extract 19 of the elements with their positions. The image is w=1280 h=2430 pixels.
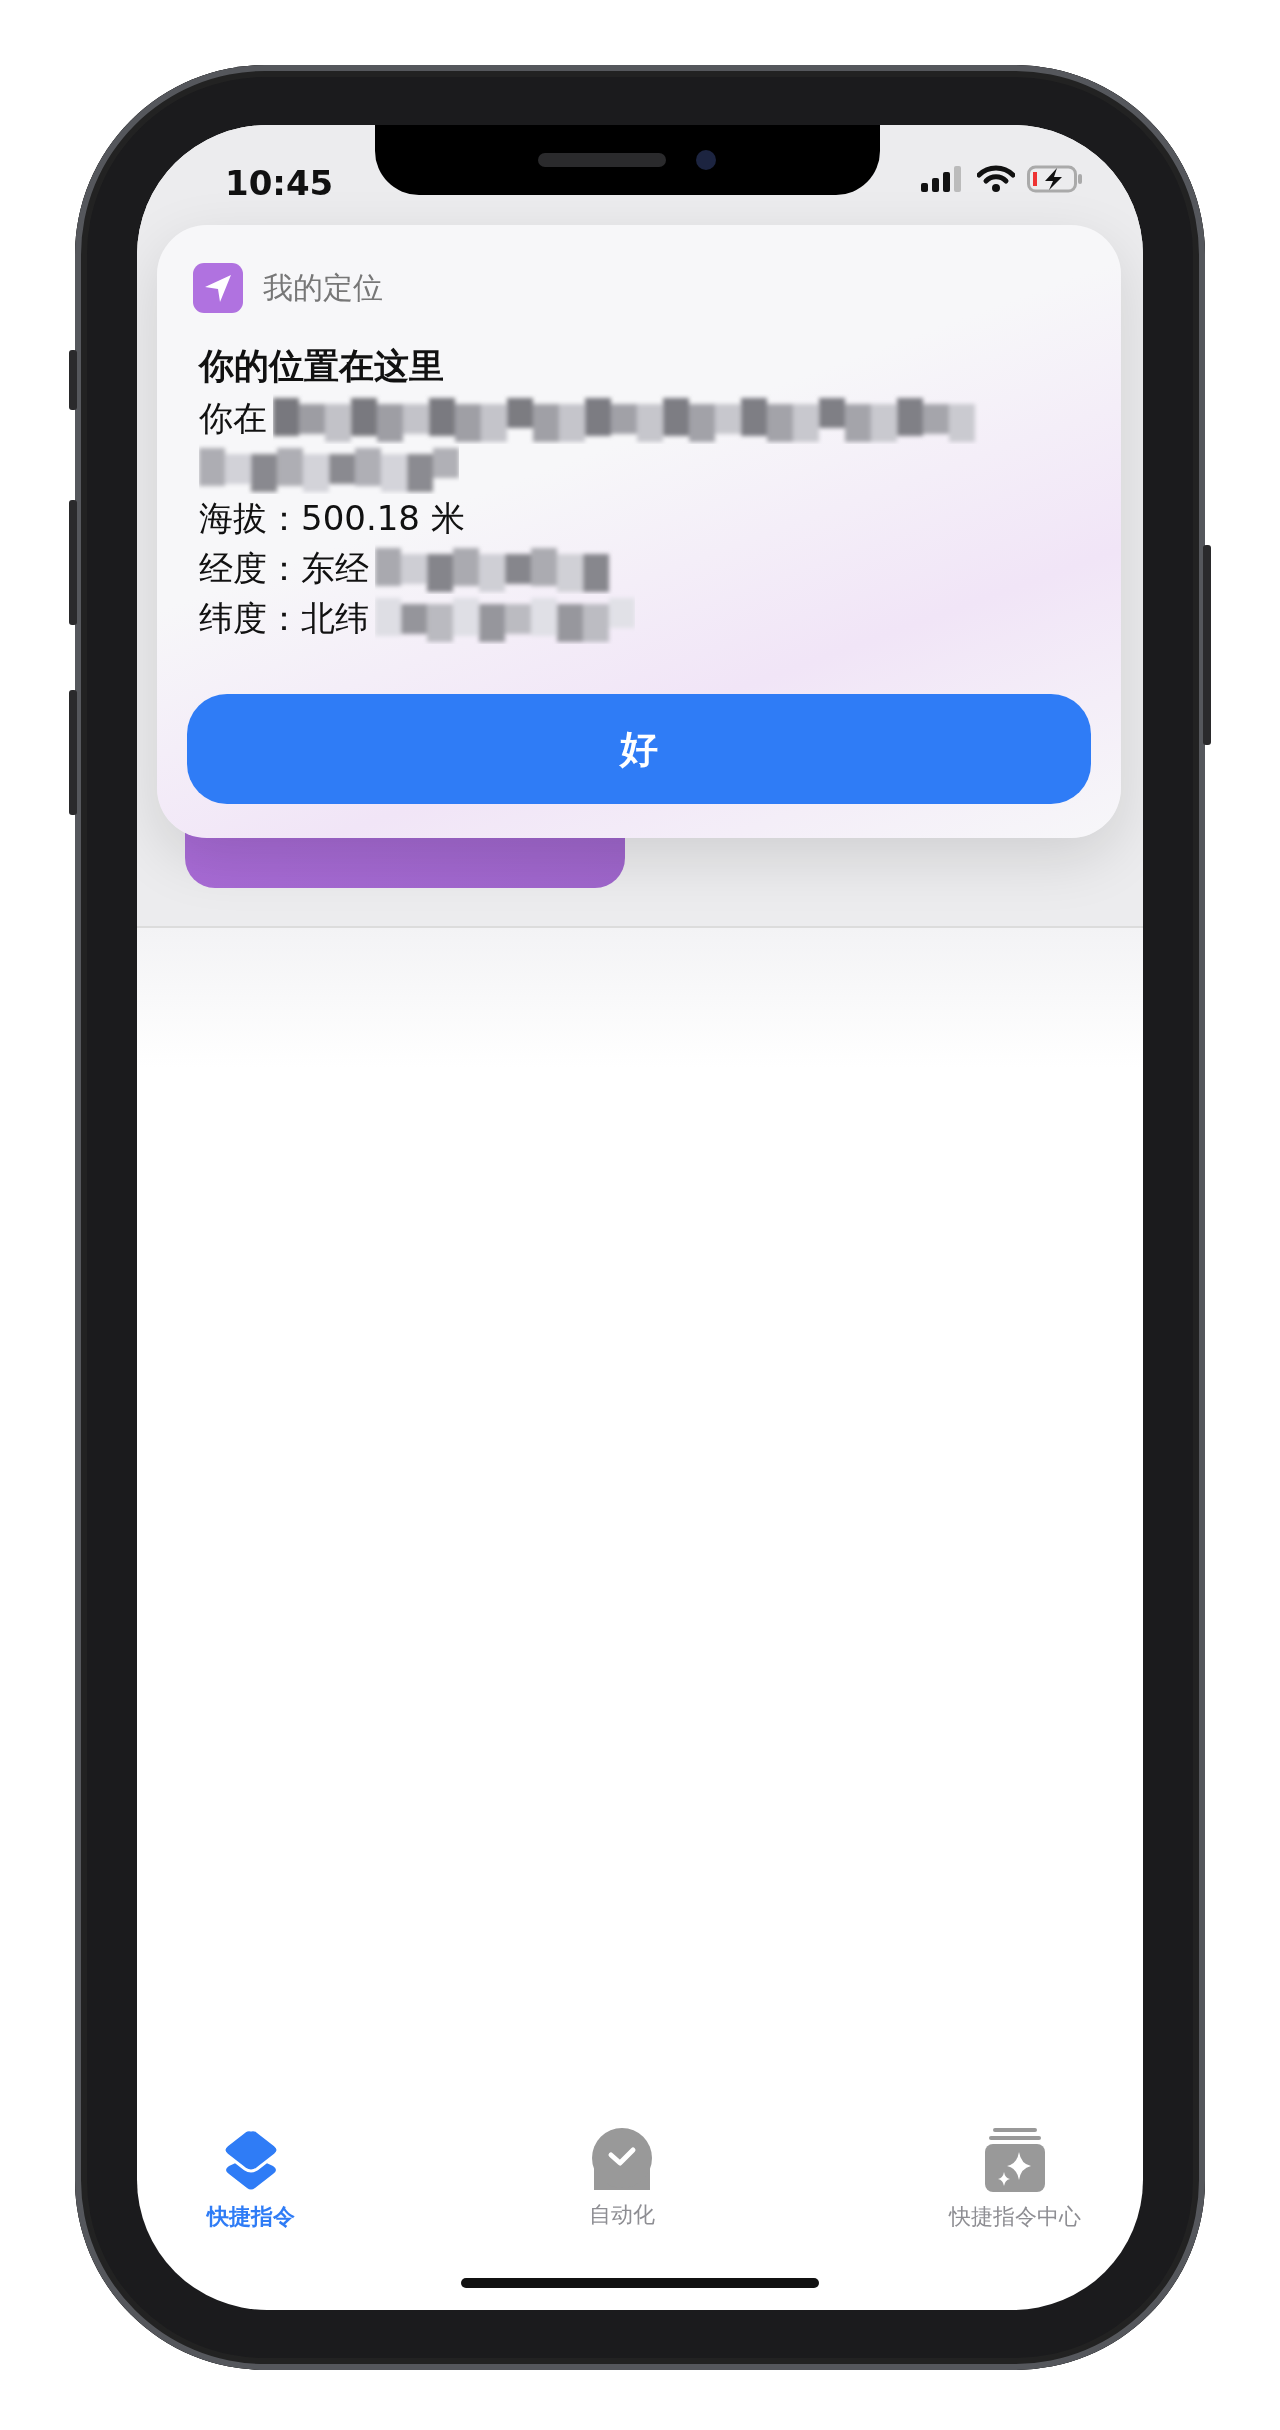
alert-title: 你的位置在这里 [197, 345, 445, 388]
status-time: 10:45 [225, 163, 334, 203]
tab-item[interactable]: 快捷指令 [207, 2128, 295, 2278]
side-button[interactable] [69, 350, 77, 410]
sparkle-icon [985, 2128, 1045, 2192]
alert-text: 海拔：500.18 米 [199, 497, 465, 540]
clock-icon [592, 2128, 652, 2190]
alert-text: 经度：东经 [199, 547, 369, 590]
side-button[interactable] [69, 690, 77, 815]
side-button[interactable] [1203, 545, 1211, 745]
battery-icon [1027, 165, 1083, 193]
tab-item[interactable]: 自动化 [589, 2128, 655, 2278]
wifi-icon [977, 165, 1015, 193]
app-name: 我的定位 [263, 268, 383, 307]
alert-text: 纬度：北纬 [199, 597, 369, 640]
side-button[interactable] [69, 500, 77, 625]
ok-button[interactable]: 好 [187, 694, 1091, 804]
tab-item[interactable]: 快捷指令中心 [949, 2128, 1081, 2278]
alert-text: 你在 [199, 397, 267, 440]
